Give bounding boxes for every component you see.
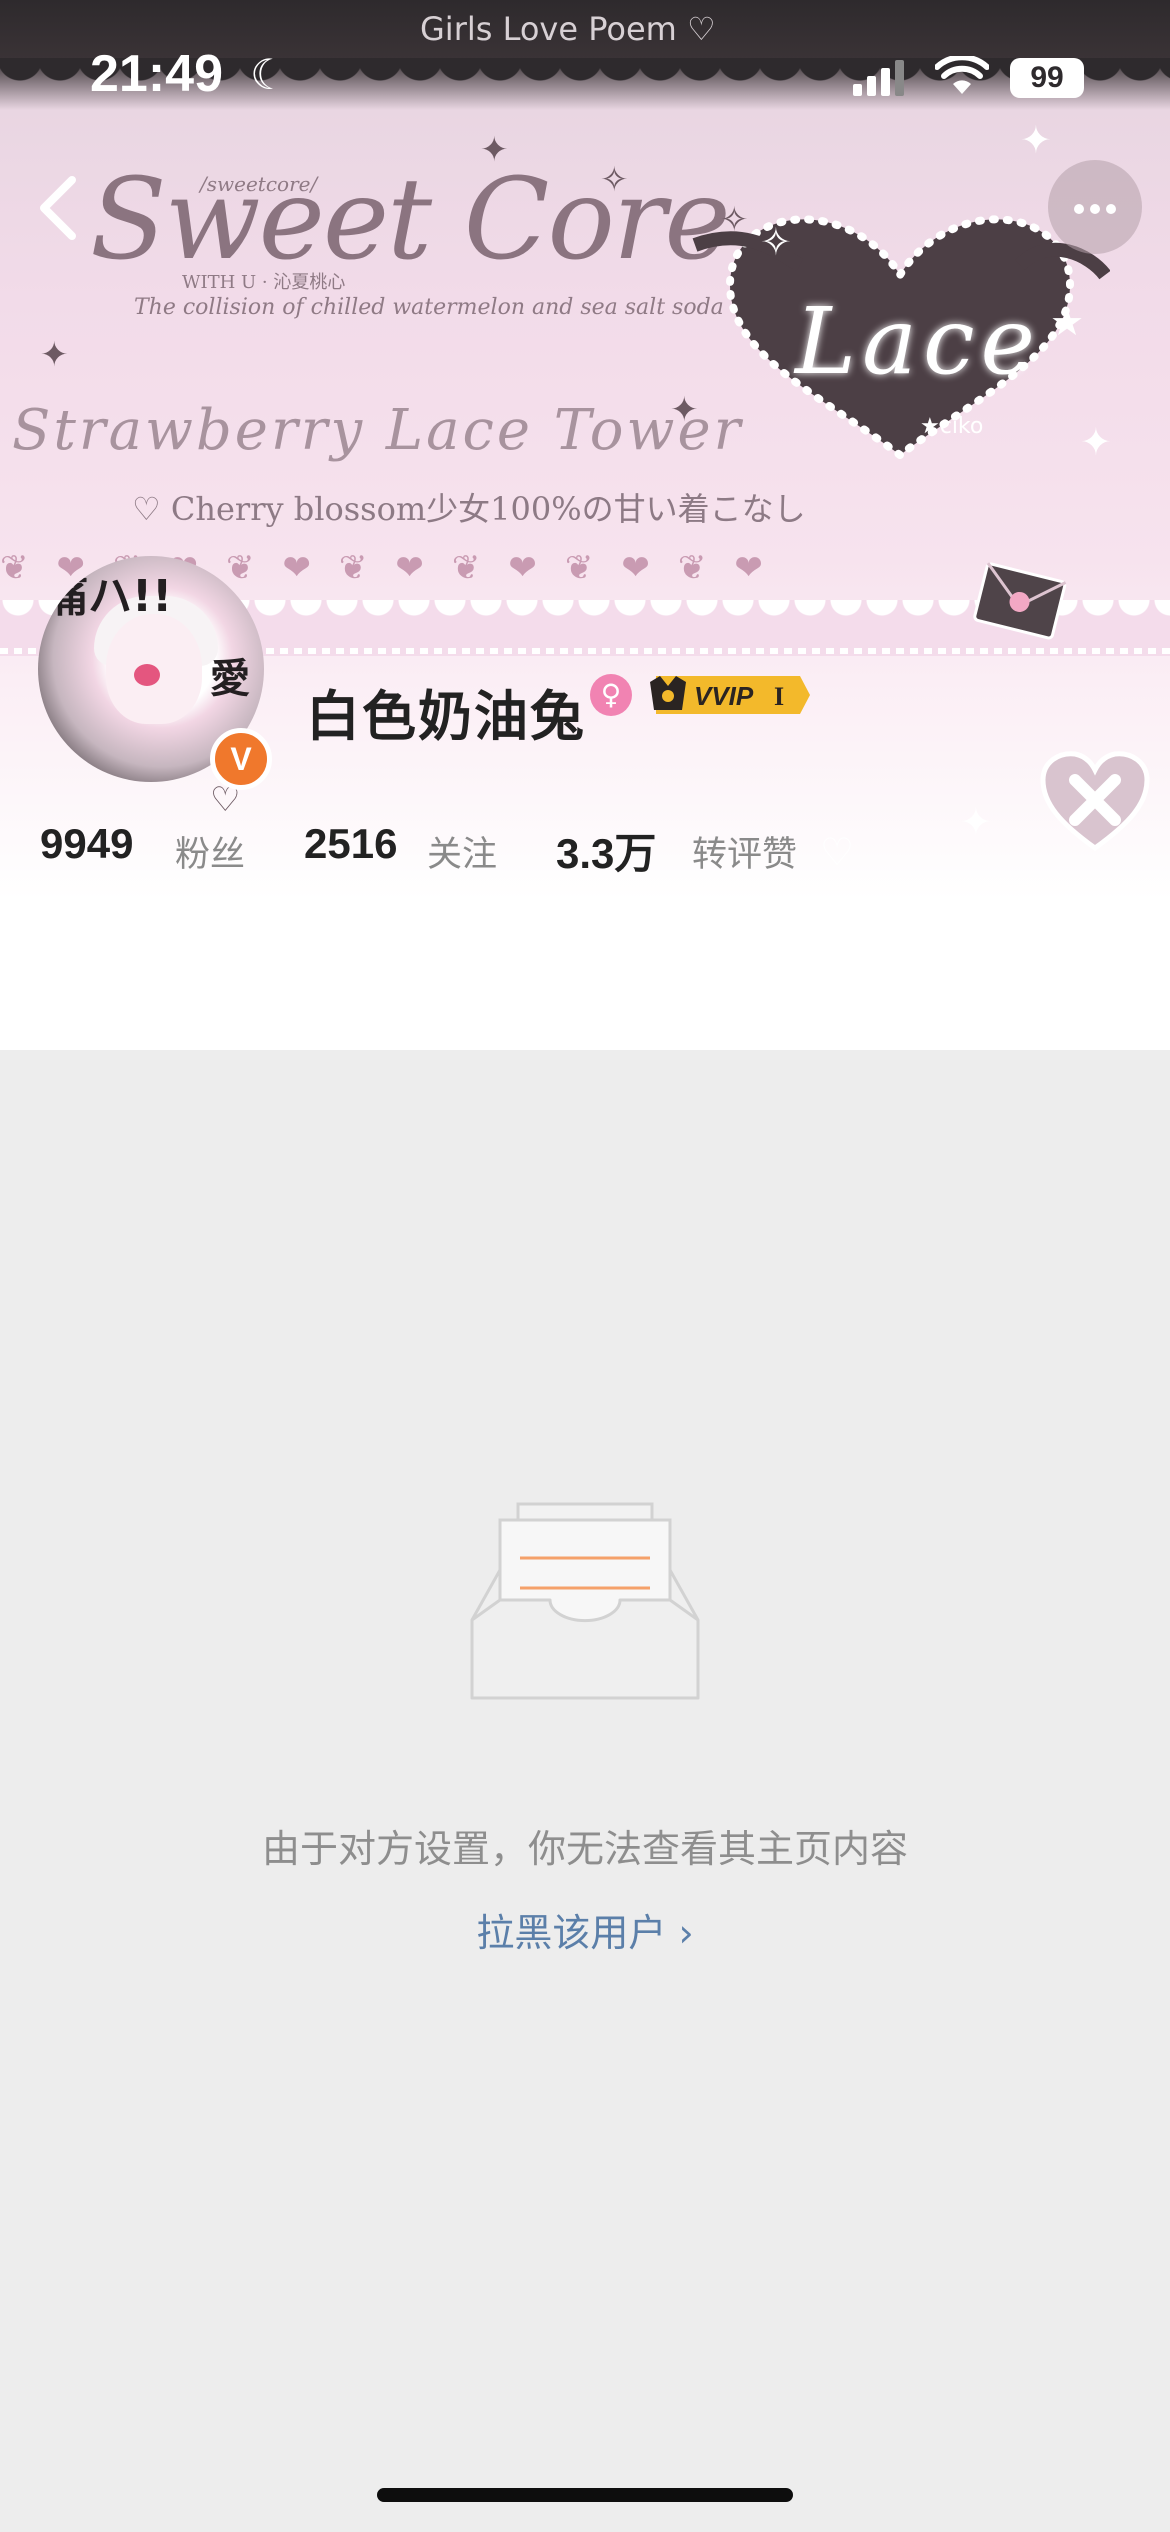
female-icon: ♀	[590, 674, 632, 716]
wifi-icon	[935, 56, 989, 94]
reposts-likes-label[interactable]: 转评赞	[692, 826, 797, 877]
banner-tower-text: Strawberry Lace Tower	[12, 398, 744, 463]
block-user-link[interactable]: 拉黑该用户 ›	[0, 1902, 1170, 1957]
sparkle-icon: ✦	[670, 390, 699, 430]
banner-tagline: The collision of chilled watermelon and …	[134, 295, 724, 320]
battery-indicator: 99	[1010, 58, 1084, 98]
vip-badge[interactable]: VVIP I	[650, 672, 812, 718]
more-options-button[interactable]	[1048, 160, 1142, 254]
avatar-text: 痛ハ!!	[44, 571, 173, 622]
sparkle-icon: ✧	[760, 220, 792, 264]
following-count[interactable]: 2516	[304, 820, 397, 868]
avatar-text: 愛	[210, 656, 250, 702]
sparkle-icon: ✦	[40, 335, 69, 375]
home-indicator	[377, 2488, 793, 2502]
status-time: 21:49	[90, 45, 223, 103]
vip-label: VVIP	[694, 681, 754, 711]
empty-inbox-icon	[470, 1502, 700, 1700]
status-bar: 21:49 ☾ 99	[0, 0, 1170, 140]
more-dot-icon	[1074, 204, 1084, 214]
banner-title: Sweet Core	[90, 155, 731, 285]
heart-lace-text: Lace	[795, 288, 1041, 395]
profile-header: ❦❤❦❤❦❤❦❤❦❤❦❤❦❤ Girls Love Poem ♡ /sweetc…	[0, 0, 1170, 1050]
sparkle-icon: ★	[1050, 300, 1085, 344]
avatar-eye	[134, 664, 160, 686]
sparkle-icon: ✦	[1080, 420, 1112, 464]
verified-badge: V	[210, 728, 272, 790]
sparkle-icon: ♡	[820, 830, 855, 874]
followers-count[interactable]: 9949	[40, 820, 133, 868]
sparkle-icon: ✦	[960, 800, 992, 844]
username: 白色奶油兔	[306, 685, 586, 748]
banner-cherry-line: ♡ Cherry blossom少女100%の甘い着こなし	[132, 490, 806, 528]
envelope-sticker	[973, 562, 1067, 640]
followers-label[interactable]: 粉丝	[175, 826, 245, 877]
cellular-signal-icon	[853, 60, 904, 96]
x-heart-sticker	[1040, 751, 1150, 852]
banner-with-u: WITH U · 沁夏桃心	[182, 272, 346, 293]
following-label[interactable]: 关注	[427, 826, 497, 877]
vip-level: I	[774, 682, 784, 711]
sparkle-icon: ✧	[600, 160, 629, 200]
back-button[interactable]	[28, 172, 92, 244]
sparkle-icon: ✧	[720, 200, 749, 240]
chevron-left-icon	[40, 176, 76, 240]
moon-icon: ☾	[250, 50, 288, 99]
more-dot-icon	[1106, 204, 1116, 214]
empty-state-message: 由于对方设置，你无法查看其主页内容	[261, 1827, 908, 1871]
heart-ciko-text: ★ciko	[920, 414, 984, 439]
more-dot-icon	[1090, 204, 1100, 214]
reposts-likes-count[interactable]: 3.3万	[556, 820, 656, 881]
